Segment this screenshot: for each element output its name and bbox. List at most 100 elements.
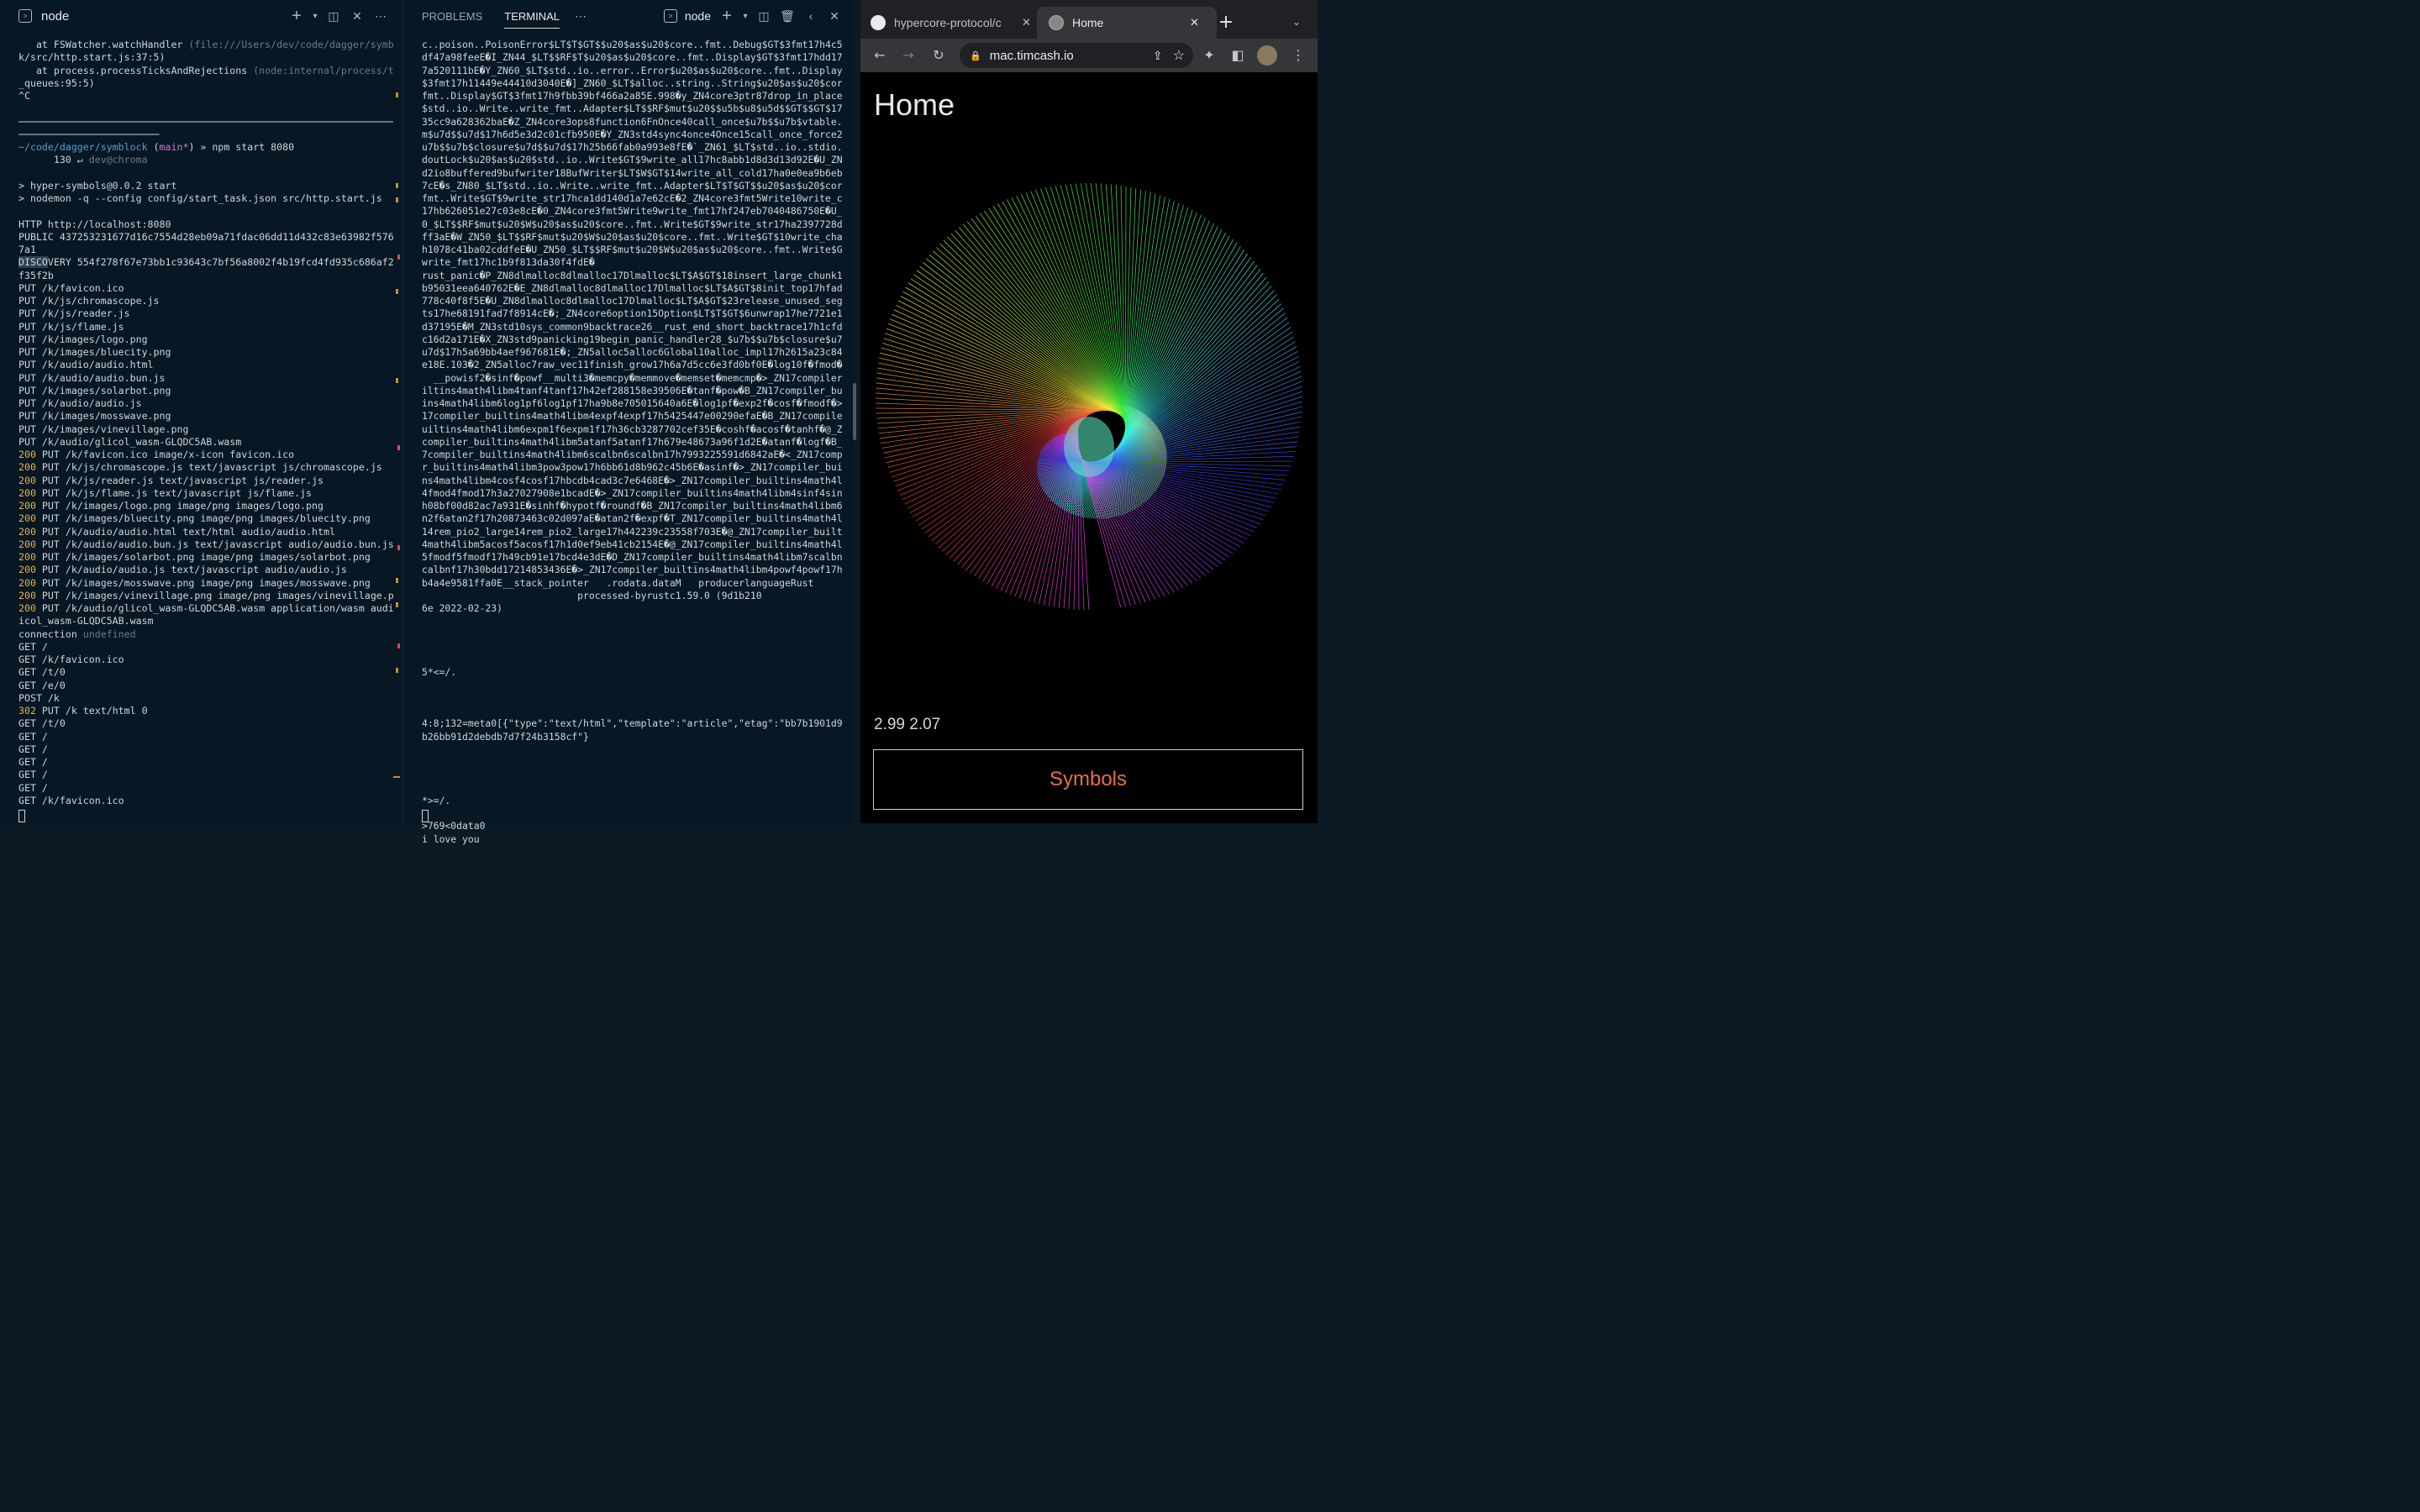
close-icon[interactable]: ✕ [348,7,366,25]
line-text: PUT /k/audio/audio.bun.js text/javascrip… [35,538,393,550]
status-code: 200 [18,461,36,474]
line-text: PUT /k/images/solarbot.png [18,384,171,396]
side-panel-icon[interactable]: ◧ [1228,45,1247,64]
terminal-line: GET / [18,731,393,743]
status-code: 200 [18,538,36,550]
left-terminal-header: > node + ▾ ◫ ✕ ⋯ [0,0,402,32]
line-text: PUBLIC 437253231677d16c7554d28eb09a71fda… [18,230,393,243]
address-bar[interactable]: 🔒 mac.timcash.io ⇪ ☆ [960,43,1193,68]
terminal-line: PUT /k/audio/audio.bun.js [18,372,393,385]
line-text: GET / [18,640,48,653]
line-text: connection [18,627,83,640]
new-terminal-icon[interactable]: + [287,7,306,25]
trash-icon[interactable]: 🗑 [778,7,797,25]
browser-tab-github[interactable]: hypercore-protocol/c ✕ [871,7,1035,39]
more-tabs-icon[interactable]: ⋯ [571,7,590,25]
extensions-icon[interactable]: ✦ [1200,45,1218,64]
terminal-line: 130 ↵ dev@chroma [18,154,393,166]
terminal-line: icol_wasm-GLQDC5AB.wasm [18,615,393,627]
status-code: 200 [18,486,36,499]
home-favicon-icon [1049,15,1064,30]
middle-terminal-pane: PROBLEMS TERMINAL ⋯ > node + ▾ ◫ 🗑 ‹ ✕ c… [402,0,854,845]
terminal-line: uiltins4math4libm6expm1f6expm1f17h36cb32… [422,423,842,435]
line-text: GET / [18,743,48,755]
line-text: PUT /k text/html 0 [35,705,148,717]
chevron-down-icon[interactable]: ▾ [311,7,319,25]
tab-search-icon[interactable]: ⌄ [1287,13,1306,31]
terminal-line: df47a98feeE�I_ZN44_$LT$$RF$T$u20$as$u20$… [422,51,842,64]
terminal-line: m$u7d$$u7d$17h6d5e3d2c01cfb950E�Y_ZN3std… [422,128,842,140]
bookmark-star-icon[interactable]: ☆ [1173,47,1185,64]
tab-problems[interactable]: PROBLEMS [422,10,482,23]
line-text: GET / [18,730,48,743]
status-code: 200 [18,602,36,614]
close-tab-icon[interactable]: ✕ [1190,16,1199,29]
browser-menu-icon[interactable]: ⋮ [1289,45,1307,64]
terminal-line: compiler_builtins4math4libm5atanf5atanf1… [422,435,842,448]
chevron-left-icon[interactable]: ‹ [802,7,820,25]
reload-icon[interactable]: ↻ [929,45,948,64]
line-text: GET /k/favicon.ico [18,654,124,665]
line-text: at FSWatcher.watchHandler [18,39,189,50]
terminal-line: 17hb626051e27c03e8cE�0_ZN4core3fmt5Write… [422,205,842,218]
terminal-line: ~/code/dagger/symblock (main*) » npm sta… [18,141,295,153]
terminal-line: b4a4e9581ffa0E__stack_pointer .rodata.da… [422,576,814,589]
terminal-line: PUT /k/favicon.ico [18,282,393,295]
tab-terminal[interactable]: TERMINAL [504,3,560,29]
terminal-line: PUT /k/images/logo.png [18,333,393,346]
new-terminal-icon[interactable]: + [718,7,736,25]
terminal-line: at process.processTicksAndRejections (no… [18,65,393,77]
cursor [422,810,429,822]
terminal-line: 200 PUT /k/audio/audio.bun.js text/javas… [18,538,393,551]
more-actions-icon[interactable]: ⋯ [371,7,390,25]
chevron-down-icon[interactable]: ▾ [741,7,750,25]
split-terminal-icon[interactable]: ◫ [755,7,773,25]
terminal-line: 0_$LT$$RF$mut$u20$W$u20$as$u20$core..fmt… [422,218,842,230]
line-text: POST /k [18,691,60,704]
terminal-line: DISCOVERY 554f278f67e73bb1c93643c7bf56a8… [18,256,393,269]
terminal-line: ts17he68191fad7f8914cE�;_ZN4core6option1… [422,307,842,320]
share-icon[interactable]: ⇪ [1153,49,1163,63]
terminal-line: rust_panic�P_ZN8dlmalloc8dlmalloc17Dlmal… [422,269,842,281]
line-dim-text: dev@chroma [88,154,148,166]
mid-terminal-title[interactable]: node [685,9,711,23]
terminal-line: > hyper-symbols@0.0.2 start [18,180,393,192]
profile-avatar[interactable] [1257,45,1277,66]
cursor [18,810,25,822]
close-panel-icon[interactable]: ✕ [825,7,844,25]
line-text: PUT /k/images/vinevillage.png [18,423,189,435]
mid-terminal-output[interactable]: c..poison..PoisonError$LT$T$GT$$u20$as$u… [422,39,842,846]
terminal-line: 200 PUT /k/favicon.ico image/x-icon favi… [18,449,393,461]
terminal-line: GET / [18,782,393,795]
close-tab-icon[interactable]: ✕ [1022,16,1031,29]
line-text: > hyper-symbols@0.0.2 start [18,179,177,192]
terminal-line: __powisf2�sinf�powf__multi3�memcpy�memmo… [422,371,842,384]
browser-tab-home[interactable]: Home ✕ [1037,7,1217,39]
terminal-line: 200 PUT /k/images/logo.png image/png ima… [18,500,393,512]
new-tab-icon[interactable]: + [1217,12,1235,33]
terminal-line: 4math4libm5acosf5acosf17h1d0ef9eb41cb215… [422,538,842,550]
terminal-line: processed-byrustc1.59.0 (9d1b210 [422,589,762,601]
terminal-line: doutLock$u20$as$u20$std..io..Write$GT$9w… [422,154,842,166]
left-terminal-output[interactable]: at FSWatcher.watchHandler (file:///Users… [18,39,393,807]
browser-tab-home-title: Home [1072,16,1104,29]
terminal-line: 200 PUT /k/js/reader.js text/javascript … [18,475,393,487]
forward-icon[interactable]: → [899,45,918,64]
split-terminal-icon[interactable]: ◫ [324,7,343,25]
browser-tab-github-title: hypercore-protocol/c [894,16,1002,29]
terminal-line: 7a1 [18,244,393,256]
status-code: 200 [18,512,36,525]
line-text: PUT /k/images/bluecity.png [18,346,171,358]
terminal-line: PUT /k/images/vinevillage.png [18,423,393,436]
symbols-button[interactable]: Symbols [873,749,1303,810]
line-text: PUT /k/js/flame.js [18,320,124,333]
back-icon[interactable]: ← [871,45,889,64]
panel-sash[interactable] [853,383,856,440]
left-terminal-title: node [41,8,70,24]
